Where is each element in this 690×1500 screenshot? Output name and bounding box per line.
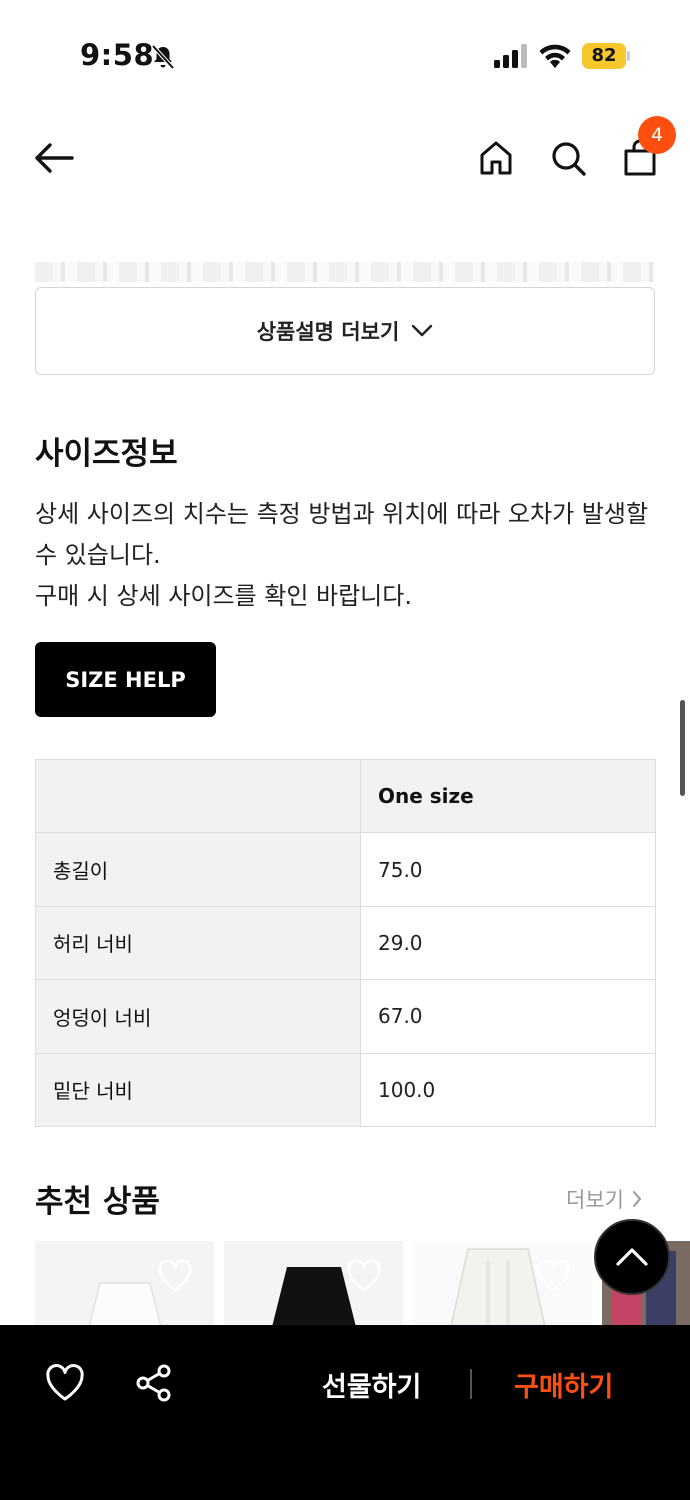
scroll-to-top-button[interactable] [594,1219,670,1295]
heart-icon[interactable] [346,1259,382,1293]
table-row: 총길이 75.0 [35,832,656,907]
row-value: 67.0 [360,979,656,1054]
recommended-product-card[interactable] [224,1241,403,1331]
row-label: 총길이 [35,832,361,907]
recommended-more-label: 더보기 [566,1188,624,1212]
bottom-action-bar: 선물하기 구매하기 [0,1325,690,1500]
row-value: 29.0 [360,905,656,981]
battery-tip [627,51,630,61]
row-label: 엉덩이 너비 [35,979,361,1054]
size-table: One size 총길이 75.0 허리 너비 29.0 엉덩이 너비 67.0… [35,758,656,1127]
row-value: 75.0 [360,832,656,907]
row-label: 밑단 너비 [35,1052,361,1127]
arrow-up-icon [616,1248,648,1266]
signal-icon [494,44,527,68]
recommended-product-card[interactable] [413,1241,592,1331]
battery-level: 82 [582,43,626,69]
row-value: 100.0 [360,1052,656,1127]
size-note-line-1: 상세 사이즈의 치수는 측정 방법과 위치에 따라 오차가 발생할 수 있습니다… [35,500,649,569]
back-arrow-icon [35,143,74,173]
home-icon [480,141,512,175]
size-info-note: 상세 사이즈의 치수는 측정 방법과 위치에 따라 오차가 발생할 수 있습니다… [35,494,660,617]
search-icon [552,142,586,176]
heart-icon[interactable] [157,1259,193,1293]
size-help-button[interactable]: SIZE HELP [35,642,216,717]
heart-icon[interactable] [44,1363,86,1403]
scrollbar-thumb[interactable] [680,700,685,796]
share-icon[interactable] [134,1363,174,1403]
row-label: 허리 너비 [35,905,361,981]
chevron-down-icon [412,324,433,337]
recommended-more-link[interactable]: 더보기 [566,1184,642,1214]
table-row: 밑단 너비 100.0 [35,1052,656,1127]
more-description-button[interactable]: 상품설명 더보기 [35,287,655,375]
size-note-line-2: 구매 시 상세 사이즈를 확인 바랍니다. [35,582,412,610]
status-time: 9:58 [80,38,155,72]
table-row: 엉덩이 너비 67.0 [35,979,656,1054]
table-header-cell: One size [360,758,656,834]
product-image [87,1282,163,1331]
cart-count-badge: 4 [638,116,676,154]
heart-icon[interactable] [535,1259,571,1293]
table-row: 허리 너비 29.0 [35,905,656,981]
bell-off-icon [151,44,175,70]
size-info-title: 사이즈정보 [35,436,178,472]
gift-button[interactable]: 선물하기 [322,1365,421,1404]
product-image [449,1248,547,1331]
battery-icon: 82 [582,43,630,69]
search-button[interactable] [544,134,592,182]
divider [470,1369,472,1399]
home-button[interactable] [472,134,520,182]
table-header-row: One size [35,758,656,834]
table-header-cell [35,758,361,834]
product-image-edge [35,262,655,282]
nav-bar [0,110,690,210]
recommended-title: 추천 상품 [35,1184,160,1220]
back-button[interactable] [30,134,78,182]
wifi-icon [539,44,571,68]
buy-button[interactable]: 구매하기 [514,1365,613,1404]
chevron-right-icon [632,1191,641,1207]
status-bar: 9:58 82 [0,0,690,110]
recommended-product-card[interactable] [35,1241,214,1331]
more-description-label: 상품설명 더보기 [256,320,400,344]
